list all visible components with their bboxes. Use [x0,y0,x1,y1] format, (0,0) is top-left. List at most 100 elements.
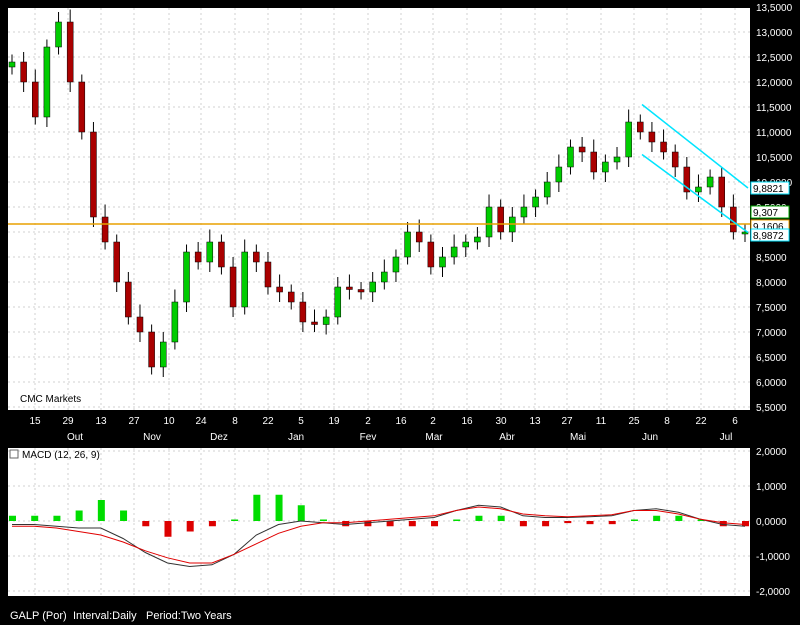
price-label: 9,307 [753,208,778,219]
macd-title: MACD (12, 26, 9) [22,450,100,461]
macd-y-tick-label: -1,0000 [756,552,790,563]
macd-histogram-bar [630,519,638,521]
candle [241,251,248,308]
candle [334,286,342,318]
x-tick-label: 13 [529,416,541,427]
candle [183,251,190,303]
candle [567,146,574,168]
macd-histogram-bar [53,515,61,521]
x-tick-label: 6 [732,416,738,427]
candle [439,256,446,268]
macd-histogram-bar [142,521,150,527]
month-label: Jun [642,432,658,443]
candle [125,281,132,318]
candle [8,61,16,68]
candle [485,206,493,238]
macd-y-tick-label: 2,0000 [756,447,787,458]
candle [625,121,632,158]
candle [299,301,307,323]
macd-histogram-bar [586,521,594,525]
candle [381,271,388,283]
y-tick-label: 8,0000 [756,278,787,289]
macd-histogram-bar [453,519,461,521]
macd-y-tick-label: 0,0000 [756,517,787,528]
macd-histogram-bar [542,521,550,527]
month-label: Dez [210,432,228,443]
macd-title-icon [9,449,19,459]
x-tick-label: 11 [596,416,607,427]
candle [695,186,702,193]
x-tick-label: 22 [695,416,707,427]
candle [171,301,179,343]
y-tick-label: 8,5000 [756,253,787,264]
period-label: Period:Two Years [146,610,232,622]
candle [113,241,120,283]
y-tick-label: 13,5000 [756,3,793,14]
x-tick-label: 30 [495,416,507,427]
macd-histogram-bar [9,515,16,521]
candle [427,241,435,268]
price-label: 9,8821 [753,184,784,195]
y-tick-label: 12,5000 [756,53,793,64]
candle [462,241,470,248]
y-tick-label: 10,5000 [756,153,793,164]
candle [450,246,458,258]
candle [474,236,481,243]
price-label: 8,9872 [753,231,784,242]
y-tick-label: 6,0000 [756,378,787,389]
y-tick-label: 7,5000 [756,303,787,314]
candle [392,256,400,273]
x-tick-label: 29 [62,416,74,427]
candle [346,286,353,290]
macd-histogram-bar [431,521,439,527]
candle [718,176,725,208]
candle [404,231,411,258]
y-tick-label: 5,5000 [756,403,787,414]
symbol-label: GALP (Por) [10,610,67,622]
candle [532,196,539,208]
y-tick-label: 11,5000 [756,103,792,114]
candle [602,161,609,173]
candle [32,81,39,118]
candle [264,261,272,288]
candle [660,141,667,153]
candle [90,131,97,218]
candle [311,321,318,325]
x-tick-label: 2 [365,416,371,427]
x-tick-label: 15 [29,416,41,427]
macd-histogram-bar [208,521,216,527]
candle [229,266,237,308]
x-tick-label: 27 [561,416,573,427]
macd-histogram-bar [231,519,239,521]
candle [66,21,74,83]
x-tick-label: 2 [430,416,436,427]
candle [206,241,214,263]
candle [543,181,551,198]
candle [136,316,144,333]
x-tick-label: 25 [628,416,640,427]
channel-upper-line [641,103,749,189]
candle [590,151,597,173]
x-tick-label: 8 [232,416,238,427]
watermark-text: CMC Markets [20,394,81,405]
candle [20,61,27,83]
candle [101,216,109,243]
x-tick-label: 13 [95,416,107,427]
candle [55,21,62,48]
candle [276,286,283,293]
macd-histogram-bar [519,521,527,527]
candle [253,251,260,263]
macd-histogram-bar [364,521,372,527]
x-tick-label: 16 [395,416,407,427]
candle [43,46,51,118]
x-tick-label: 24 [195,416,207,427]
macd-y-tick-label: 1,0000 [756,482,787,493]
candle [148,331,155,368]
x-tick-label: 10 [163,416,175,427]
y-tick-label: 7,0000 [756,328,787,339]
macd-histogram-bar [408,521,416,527]
chart-svg: 13,5000 13,0000 12,5000 12,0000 11,5000 11,00… [8,3,793,598]
month-label: Abr [499,432,515,443]
footer-bar: GALP (Por) Interval:Daily Period:Two Yea… [0,600,800,625]
candle [287,291,295,303]
